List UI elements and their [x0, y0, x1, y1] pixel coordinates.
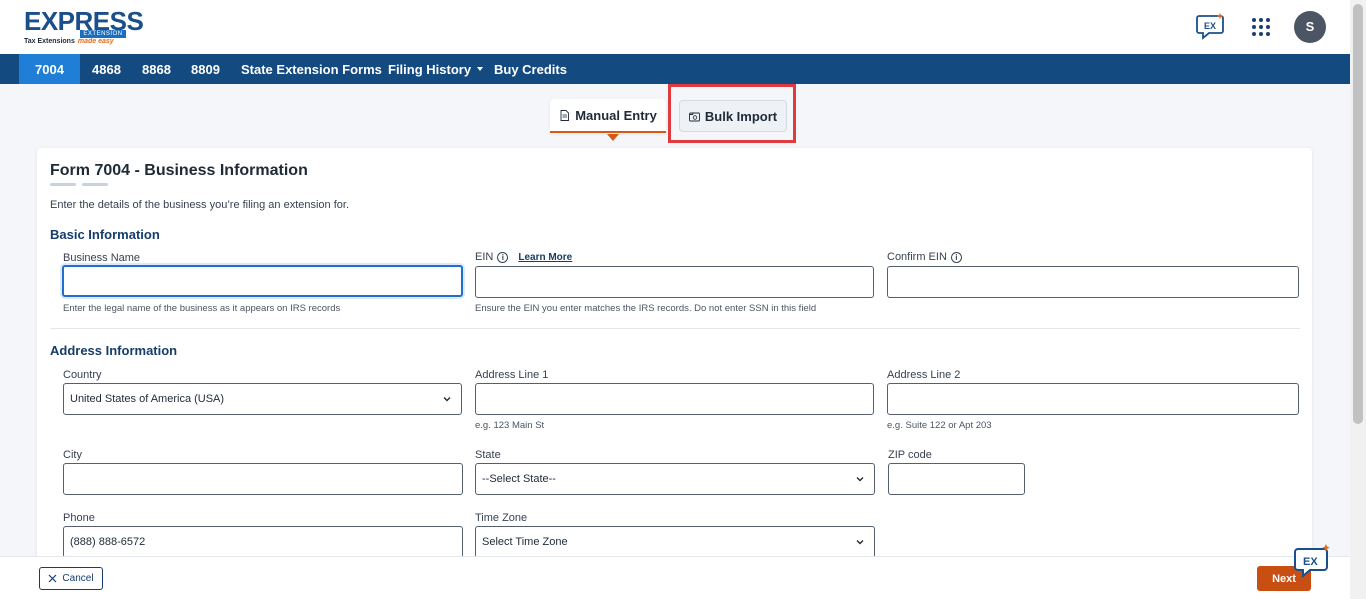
ein-hint: Ensure the EIN you enter matches the IRS… — [475, 303, 817, 314]
chevron-down-icon — [443, 397, 451, 402]
apps-grid-icon[interactable] — [1252, 18, 1270, 36]
confirm-ein-label: Confirm EIN i — [887, 251, 962, 263]
zip-input[interactable] — [888, 463, 1025, 495]
form-title: Form 7004 - Business Information — [50, 162, 308, 179]
country-select[interactable]: United States of America (USA) — [63, 383, 462, 415]
timezone-label: Time Zone — [475, 512, 528, 524]
confirm-ein-input[interactable] — [887, 266, 1299, 298]
city-input[interactable] — [63, 463, 463, 495]
chevron-down-icon — [856, 540, 864, 545]
logo-band: EXTENSION — [80, 30, 126, 38]
ein-input[interactable] — [475, 266, 874, 298]
title-underline — [50, 183, 76, 186]
business-name-input[interactable] — [62, 265, 463, 297]
address1-label: Address Line 1 — [475, 369, 549, 381]
phone-input[interactable]: (888) 888-6572 — [63, 526, 463, 558]
section-title-address: Address Information — [50, 343, 178, 358]
phone-label: Phone — [63, 512, 95, 524]
address2-input[interactable] — [887, 383, 1299, 415]
nav-item-4868[interactable]: 4868 — [82, 54, 131, 84]
timezone-select[interactable]: Select Time Zone — [475, 526, 875, 558]
page-scrollbar[interactable] — [1350, 0, 1366, 599]
svg-text:EX: EX — [1204, 21, 1216, 31]
user-avatar[interactable]: S — [1294, 11, 1326, 43]
chat-support-icon[interactable]: EX — [1196, 12, 1226, 40]
express-extension-logo[interactable]: EXPRESS EXTENSION Tax Extensions made eas… — [22, 6, 144, 48]
address1-input[interactable] — [475, 383, 874, 415]
address2-label: Address Line 2 — [887, 369, 961, 381]
address2-hint: e.g. Suite 122 or Apt 203 — [887, 420, 992, 431]
floating-chat-icon[interactable]: EX — [1294, 543, 1332, 579]
document-icon — [560, 109, 570, 121]
scrollbar-thumb[interactable] — [1353, 4, 1363, 424]
logo-subtitle: Tax Extensions made easy — [24, 38, 114, 45]
section-title-basic: Basic Information — [50, 227, 160, 242]
nav-item-8809[interactable]: 8809 — [181, 54, 230, 84]
tab-manual-entry[interactable]: Manual Entry — [550, 99, 666, 133]
caret-down-icon — [477, 66, 484, 71]
chevron-down-icon — [856, 477, 864, 482]
business-name-hint: Enter the legal name of the business as … — [63, 303, 341, 314]
upload-folder-icon — [688, 112, 700, 121]
learn-more-link[interactable]: Learn More — [518, 252, 572, 263]
business-name-label: Business Name — [63, 252, 141, 264]
info-icon[interactable]: i — [497, 251, 509, 263]
nav-item-7004[interactable]: 7004 — [19, 54, 80, 84]
title-underline — [82, 183, 108, 186]
app-header: EXPRESS EXTENSION Tax Extensions made eas… — [0, 0, 1350, 54]
state-select[interactable]: --Select State-- — [475, 463, 875, 495]
nav-item-buy-credits[interactable]: Buy Credits — [484, 54, 577, 84]
form-card — [37, 148, 1312, 578]
address1-hint: e.g. 123 Main St — [475, 420, 545, 431]
cancel-button[interactable]: Cancel — [39, 567, 103, 590]
zip-label: ZIP code — [888, 449, 932, 461]
action-footer — [0, 556, 1350, 599]
nav-item-filing-history[interactable]: Filing History — [378, 54, 493, 84]
close-icon — [48, 574, 57, 583]
nav-item-8868[interactable]: 8868 — [132, 54, 181, 84]
nav-item-state-extension-forms[interactable]: State Extension Forms — [231, 54, 392, 84]
country-label: Country — [63, 369, 102, 381]
section-divider — [50, 328, 1300, 329]
city-label: City — [63, 449, 82, 461]
state-label: State — [475, 449, 501, 461]
tab-bulk-import[interactable]: Bulk Import — [679, 100, 787, 132]
main-nav: 7004 4868 8868 8809 State Extension Form… — [0, 54, 1350, 84]
info-icon[interactable]: i — [950, 251, 962, 263]
svg-text:EX: EX — [1303, 556, 1318, 568]
ein-label: EIN i Learn More — [475, 251, 573, 263]
active-tab-pointer — [607, 134, 619, 141]
form-description: Enter the details of the business you’re… — [50, 199, 350, 211]
